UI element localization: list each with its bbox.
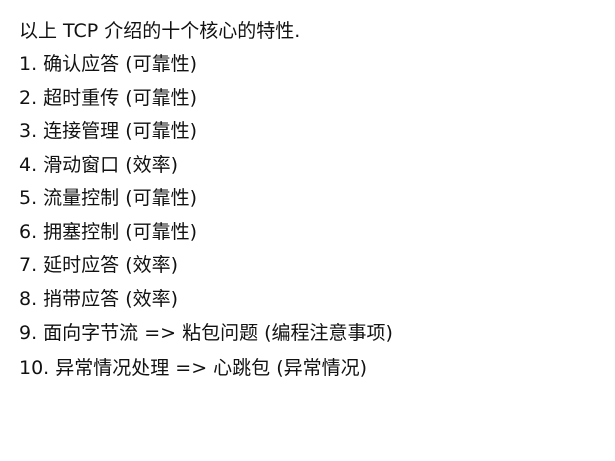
list-item: 9. 面向字节流 => 粘包问题 (编程注意事项) [19, 322, 393, 344]
list-item: 5. 流量控制 (可靠性) [19, 187, 198, 209]
document-body: 以上 TCP 介绍的十个核心的特性. 1. 确认应答 (可靠性) 2. 超时重传… [19, 20, 609, 390]
list-item: 10. 异常情况处理 => 心跳包 (异常情况) [19, 356, 368, 379]
list-item: 1. 确认应答 (可靠性) [19, 53, 198, 75]
list-item: 4. 滑动窗口 (效率) [19, 153, 179, 176]
list-item: 3. 连接管理 (可靠性) [19, 120, 198, 142]
list-item: 7. 延时应答 (效率) [19, 254, 179, 276]
list-item: 2. 超时重传 (可靠性) [19, 86, 198, 109]
intro-text: 以上 TCP 介绍的十个核心的特性. [19, 20, 301, 42]
list-item: 6. 拥塞控制 (可靠性) [19, 220, 198, 243]
list-item: 8. 捎带应答 (效率) [19, 287, 179, 310]
feature-list: 1. 确认应答 (可靠性) 2. 超时重传 (可靠性) 3. 连接管理 (可靠性… [19, 53, 609, 379]
